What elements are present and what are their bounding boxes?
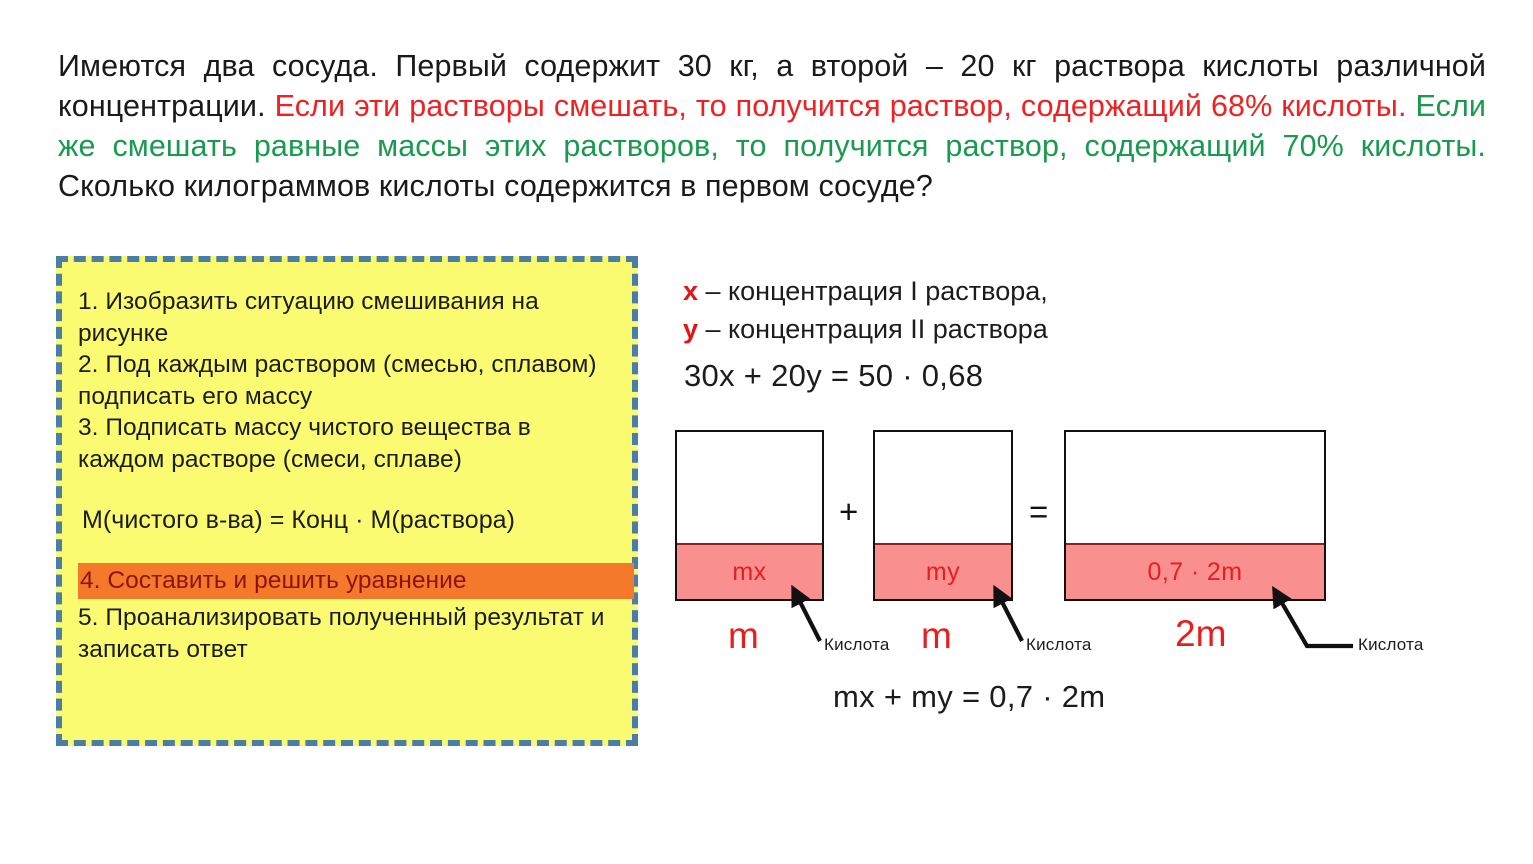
equals-operator: = xyxy=(1029,493,1049,530)
variable-definition-x: x – концентрация I раствора, xyxy=(683,272,1048,310)
step-item-1: 1. Изобразить ситуацию смешивания на рис… xyxy=(78,288,546,347)
vessel-2-acid-label: Кислота xyxy=(1026,635,1092,654)
vessel-3-acid-fill: 0,7 · 2m xyxy=(1066,543,1324,599)
vessel-1-acid-label: Кислота xyxy=(824,635,890,654)
variable-x-description: – концентрация I раствора, xyxy=(698,276,1048,306)
mass-formula: M(чистого в-ва) = Конц · M(раствора) xyxy=(82,506,516,534)
step-item-4-highlighted: 4. Составить и решить уравнение xyxy=(78,563,634,599)
problem-segment-4: Сколько килограммов кислоты содержится в… xyxy=(58,169,933,203)
variable-y-description: – концентрация II раствора xyxy=(698,314,1048,344)
vessel-3-acid-label: Кислота xyxy=(1358,635,1424,654)
variable-y-symbol: y xyxy=(683,314,699,344)
vessel-1-acid-fill: mx xyxy=(677,543,822,599)
vessel-3: 0,7 · 2m xyxy=(1064,430,1326,601)
vessel-2-fill-label: my xyxy=(925,557,961,586)
step-item-2: 2. Под каждым раствором (смесью, сплавом… xyxy=(78,351,604,410)
plus-operator: + xyxy=(839,493,859,530)
vessel-2-mass-label: m xyxy=(921,615,952,656)
vessel-3-mass-label: 2m xyxy=(1175,613,1227,654)
variable-definition-y: y – концентрация II раствора xyxy=(683,310,1048,348)
vessel-2: my xyxy=(873,430,1013,601)
step-item-3: 3. Подписать массу чистого вещества в ка… xyxy=(78,414,538,473)
steps-checklist-box: 1. Изобразить ситуацию смешивания на рис… xyxy=(56,256,638,746)
vessel-1-mass-label: m xyxy=(728,615,759,656)
slide-canvas: Имеются два сосуда. Первый содержит 30 к… xyxy=(0,0,1533,864)
variable-x-symbol: x xyxy=(683,276,699,306)
vessel-1-fill-label: mx xyxy=(732,557,767,586)
problem-segment-2: Если эти растворы смешать, то получится … xyxy=(274,89,1416,123)
equation-first: 30x + 20y = 50 · 0,68 xyxy=(684,358,984,393)
problem-statement: Имеются два сосуда. Первый содержит 30 к… xyxy=(58,46,1486,206)
equation-second: mx + my = 0,7 · 2m xyxy=(833,679,1106,714)
vessel-1: mx xyxy=(675,430,824,601)
variable-definitions: x – концентрация I раствора, y – концент… xyxy=(683,272,1048,348)
steps-list: 1. Изобразить ситуацию смешивания на рис… xyxy=(62,262,634,740)
step-item-5: 5. Проанализировать полученный результат… xyxy=(78,604,612,663)
vessel-3-fill-label: 0,7 · 2m xyxy=(1147,557,1243,586)
vessel-2-acid-fill: my xyxy=(875,543,1011,599)
